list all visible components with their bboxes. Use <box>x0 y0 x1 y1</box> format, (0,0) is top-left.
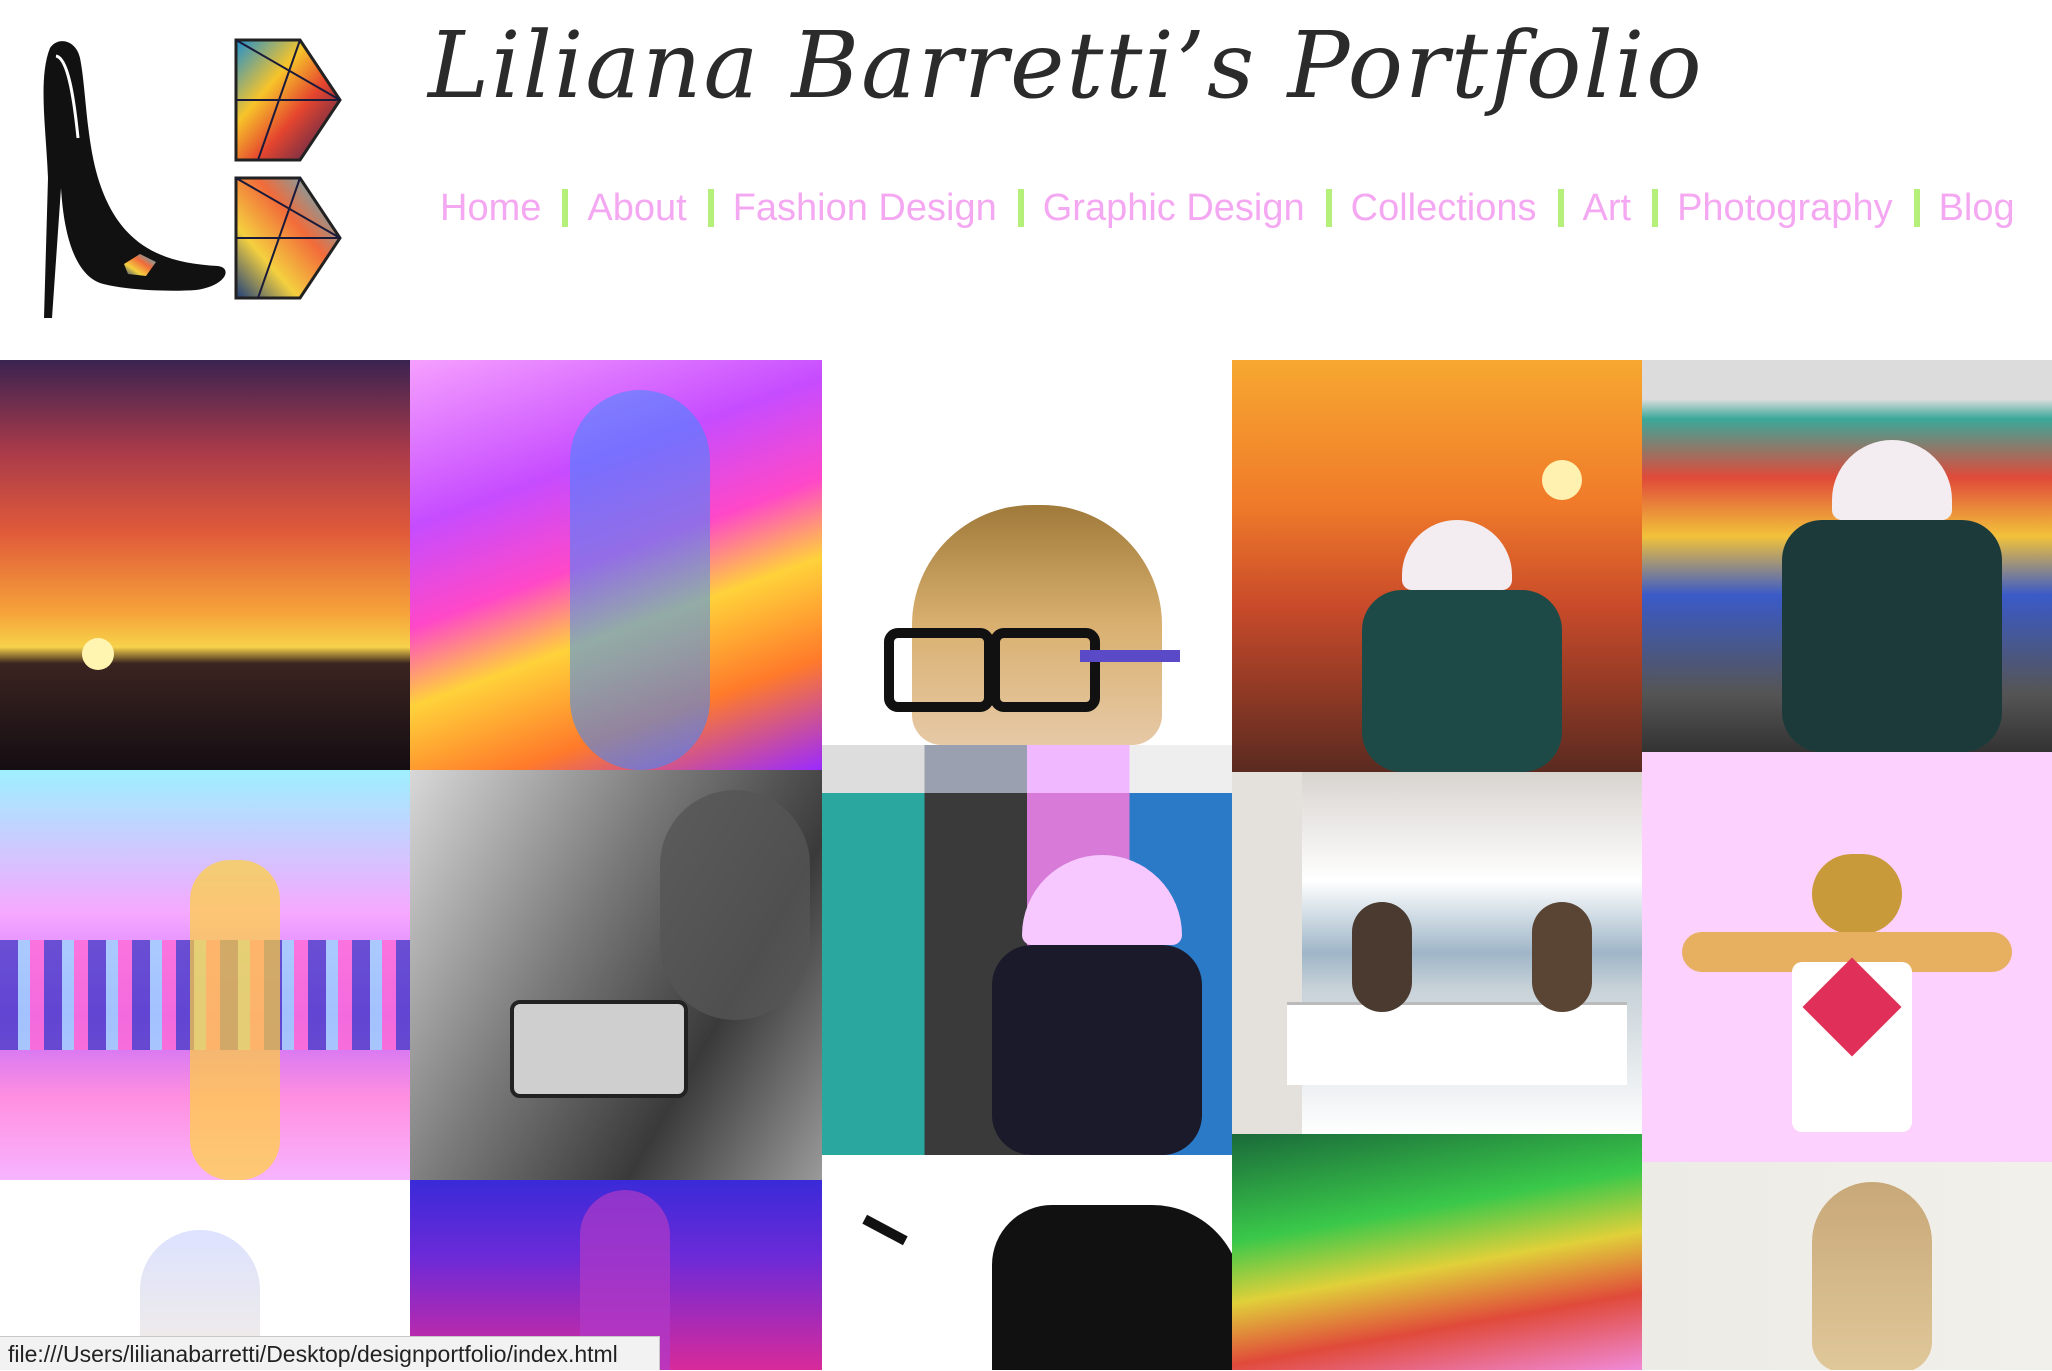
site-title: Liliana Barretti’s Portfolio <box>428 12 1704 119</box>
browser-status-bar: file:///Users/lilianabarretti/Desktop/de… <box>0 1336 660 1370</box>
photo-graffiti-split-color-portrait[interactable] <box>822 745 1232 1155</box>
nav-graphic-design[interactable]: Graphic Design <box>1043 187 1305 230</box>
photo-pink-hands-over-face[interactable] <box>1642 752 2052 1162</box>
logo-icon[interactable] <box>28 28 348 328</box>
site-header: Liliana Barretti’s Portfolio Home About … <box>0 0 2052 360</box>
airplane-icon <box>862 1214 908 1246</box>
photo-ponytail-back-view[interactable] <box>1642 1162 2052 1370</box>
photo-green-red-sky-wires[interactable] <box>1232 1134 1642 1370</box>
photo-black-white-truck-collage[interactable] <box>410 770 822 1180</box>
nav-about[interactable]: About <box>587 187 686 230</box>
nav-separator <box>707 189 714 227</box>
nav-home[interactable]: Home <box>440 187 541 230</box>
main-nav: Home About Fashion Design Graphic Design… <box>440 178 2015 238</box>
nav-blog[interactable]: Blog <box>1939 187 2015 230</box>
photo-sunset-over-sea[interactable] <box>0 360 410 770</box>
nav-collections[interactable]: Collections <box>1351 187 1537 230</box>
photo-city-skyline-double-exposure[interactable] <box>0 770 410 1180</box>
photo-braided-hair-glasses-portrait[interactable] <box>822 360 1232 745</box>
nav-separator <box>562 189 569 227</box>
nav-fashion-design[interactable]: Fashion Design <box>733 187 997 230</box>
nav-photography[interactable]: Photography <box>1677 187 1893 230</box>
nav-separator <box>1557 189 1564 227</box>
photo-city-sunset-cap-portrait[interactable] <box>1232 360 1642 772</box>
photo-airplane-silhouette-skyline[interactable] <box>822 1155 1232 1370</box>
photo-neon-double-exposure-selfie[interactable] <box>410 360 822 770</box>
nav-separator <box>1652 189 1659 227</box>
photo-graffiti-wall-cap-portrait[interactable] <box>1642 360 2052 752</box>
nav-separator <box>1913 189 1920 227</box>
nav-separator <box>1017 189 1024 227</box>
nav-separator <box>1325 189 1332 227</box>
nav-art[interactable]: Art <box>1583 187 1632 230</box>
sun-shape <box>82 638 114 670</box>
photo-balcony-ocean-friends[interactable] <box>1232 772 1642 1134</box>
